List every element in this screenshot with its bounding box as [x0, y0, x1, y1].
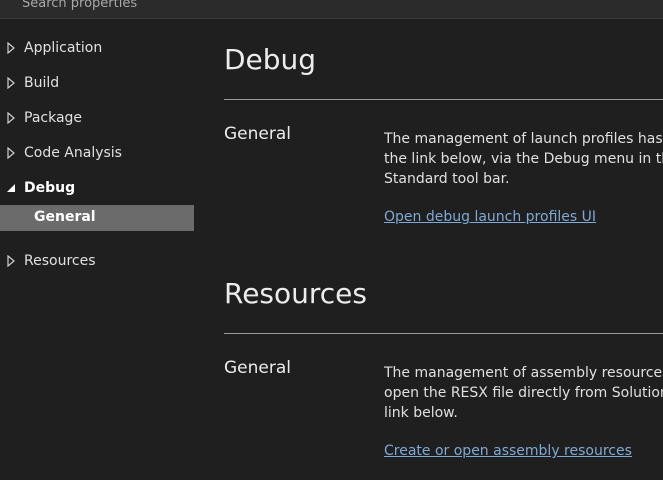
description-line: Standard tool bar.	[384, 171, 510, 187]
expand-arrow-icon	[7, 147, 15, 159]
section-title-debug: Debug	[224, 43, 317, 76]
expand-arrow-icon	[7, 42, 15, 54]
expand-arrow-icon	[7, 112, 15, 124]
description-line: link below.	[384, 405, 458, 421]
subsection-heading-debug-general: General	[224, 124, 291, 144]
description-line: The management of launch profiles has m	[384, 131, 663, 147]
sidebar-item-label: Debug	[24, 180, 76, 196]
sidebar-item-debug-general[interactable]: General	[0, 205, 194, 231]
debug-description: The management of launch profiles has m …	[384, 129, 663, 189]
expand-arrow-icon	[7, 77, 15, 89]
sidebar-item-resources[interactable]: Resources	[0, 248, 194, 274]
sidebar: Application Build Package Code Analysis …	[0, 20, 194, 480]
create-open-assembly-resources-link[interactable]: Create or open assembly resources	[384, 443, 632, 459]
description-line: open the RESX file directly from Solutio…	[384, 385, 663, 401]
search-input[interactable]	[8, 0, 648, 18]
sidebar-item-debug[interactable]: Debug	[0, 175, 194, 201]
sidebar-item-code-analysis[interactable]: Code Analysis	[0, 140, 194, 166]
search-bar	[0, 0, 663, 19]
section-divider	[224, 99, 663, 100]
sidebar-item-label: Package	[24, 110, 83, 126]
sidebar-item-build[interactable]: Build	[0, 70, 194, 96]
sidebar-item-label: Build	[24, 75, 60, 91]
main-content: Debug General The management of launch p…	[224, 20, 663, 480]
resources-description: The management of assembly resources n o…	[384, 363, 663, 423]
project-properties-window: Application Build Package Code Analysis …	[0, 0, 663, 480]
subsection-heading-resources-general: General	[224, 358, 291, 378]
sidebar-item-label: Resources	[24, 253, 96, 269]
sidebar-item-label: Application	[24, 40, 103, 56]
description-line: The management of assembly resources n	[384, 365, 663, 381]
expand-arrow-icon	[7, 255, 15, 267]
sidebar-item-application[interactable]: Application	[0, 35, 194, 61]
description-line: the link below, via the Debug menu in th…	[384, 151, 663, 167]
sidebar-item-package[interactable]: Package	[0, 105, 194, 131]
sidebar-item-label: Code Analysis	[24, 145, 122, 161]
open-debug-launch-profiles-link[interactable]: Open debug launch profiles UI	[384, 209, 596, 225]
section-divider	[224, 333, 663, 334]
sidebar-item-label: General	[34, 209, 96, 225]
section-title-resources: Resources	[224, 277, 367, 310]
collapse-arrow-icon	[7, 184, 15, 192]
